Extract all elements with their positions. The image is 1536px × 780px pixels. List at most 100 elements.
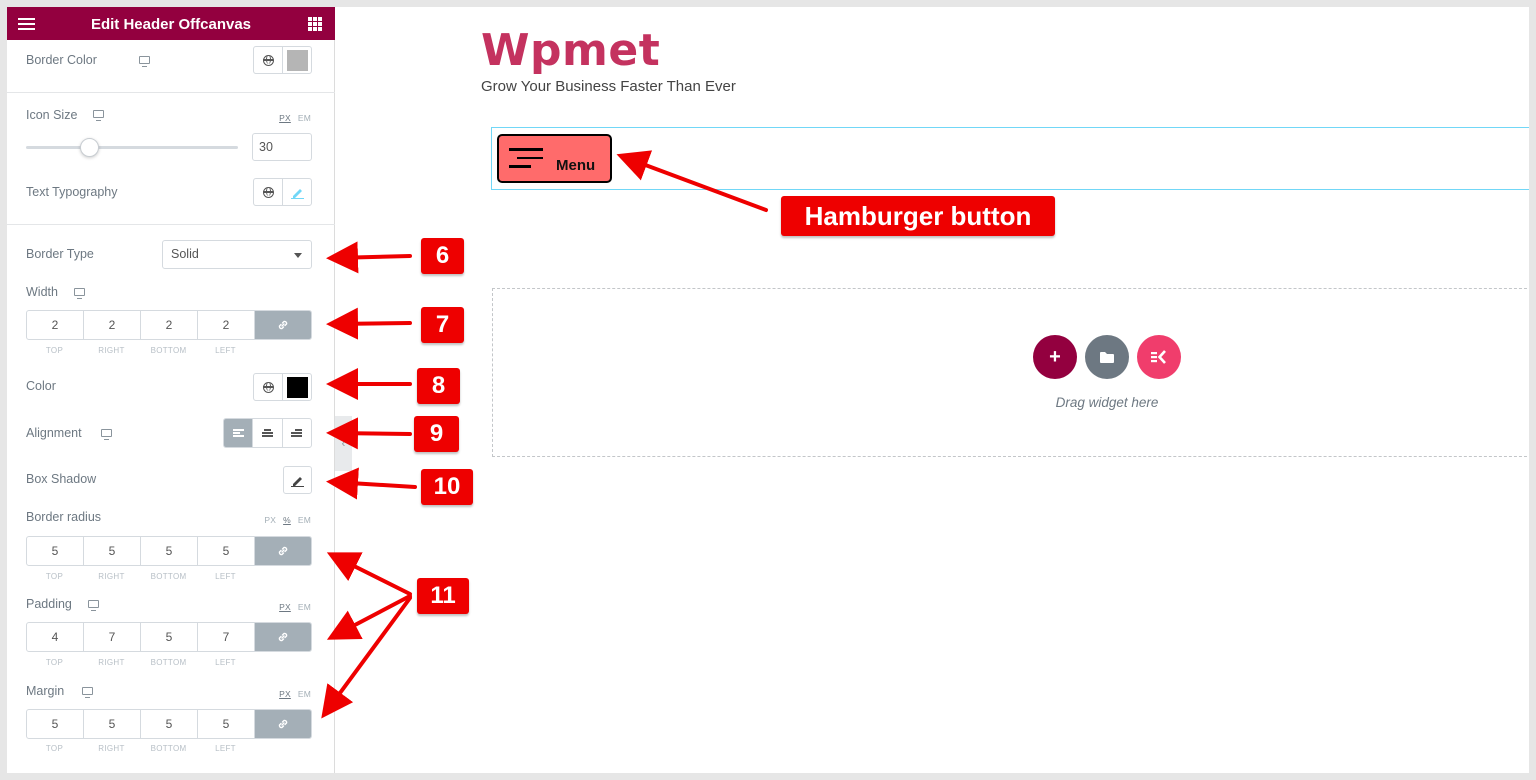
- folder-icon: [1100, 351, 1114, 363]
- edit-box-shadow-button[interactable]: [283, 466, 312, 494]
- margin-top-input[interactable]: 5: [27, 710, 84, 738]
- link-icon: [278, 546, 288, 556]
- alignment-choices: [223, 418, 312, 448]
- site-tagline: Grow Your Business Faster Than Ever: [481, 78, 736, 95]
- global-fonts-button[interactable]: [254, 179, 282, 205]
- width-right-input[interactable]: 2: [84, 311, 141, 339]
- callout-10: 10: [421, 469, 473, 505]
- margin-left-input[interactable]: 5: [198, 710, 255, 738]
- desktop-icon[interactable]: [88, 600, 99, 611]
- panel-header: Edit Header Offcanvas: [7, 7, 335, 40]
- global-colors-button[interactable]: [254, 374, 282, 400]
- side-label-left: LEFT: [215, 346, 236, 355]
- hamburger-menu-button[interactable]: Menu: [497, 134, 612, 183]
- padding-units: PX EM: [272, 602, 311, 612]
- link-icon: [278, 320, 288, 330]
- color-picker[interactable]: [282, 374, 311, 400]
- desktop-icon[interactable]: [74, 288, 85, 299]
- divider: [7, 224, 335, 225]
- side-label-bottom: BOTTOM: [150, 346, 187, 355]
- link-values-button[interactable]: [255, 623, 311, 651]
- edit-typography-button[interactable]: [282, 179, 311, 205]
- padding-left-input[interactable]: 7: [198, 623, 255, 651]
- desktop-icon[interactable]: [93, 110, 104, 121]
- callout-7: 7: [421, 307, 464, 343]
- padding-label: Padding: [26, 597, 72, 611]
- add-section-button[interactable]: +: [1033, 335, 1077, 379]
- unit-px[interactable]: PX: [264, 515, 276, 525]
- color-control[interactable]: [253, 373, 312, 401]
- border-color-picker[interactable]: [282, 47, 311, 73]
- width-label: Width: [26, 285, 58, 299]
- header-section[interactable]: [491, 127, 1529, 190]
- plus-icon: +: [1049, 345, 1061, 368]
- icon-size-slider-thumb[interactable]: [80, 138, 100, 157]
- add-template-button[interactable]: [1085, 335, 1129, 379]
- padding-right-input[interactable]: 7: [84, 623, 141, 651]
- icon-size-label: Icon Size: [26, 108, 78, 122]
- unit-px[interactable]: PX: [279, 113, 291, 123]
- align-center-icon: [261, 428, 273, 439]
- dropzone-buttons: +: [1033, 335, 1181, 379]
- margin-label: Margin: [26, 684, 65, 698]
- width-bottom-input[interactable]: 2: [141, 311, 198, 339]
- elementskit-logo-icon: [1151, 350, 1166, 364]
- side-label-right: RIGHT: [98, 744, 125, 753]
- align-center-button[interactable]: [252, 419, 281, 447]
- radius-left-input[interactable]: 5: [198, 537, 255, 565]
- align-left-button[interactable]: [224, 419, 253, 447]
- border-radius-dimensions: 5 5 5 5: [26, 536, 312, 566]
- site-title[interactable]: Wpmet: [481, 25, 660, 76]
- elementskit-library-button[interactable]: [1137, 335, 1181, 379]
- globe-icon: [262, 54, 274, 66]
- margin-dimensions: 5 5 5 5: [26, 709, 312, 739]
- width-top-input[interactable]: 2: [27, 311, 84, 339]
- margin-bottom-input[interactable]: 5: [141, 710, 198, 738]
- widgets-grid-icon[interactable]: [308, 17, 322, 31]
- editor-panel: Edit Header Offcanvas Border Color Icon …: [7, 7, 335, 773]
- side-label-top: TOP: [45, 572, 64, 581]
- empty-section-dropzone[interactable]: [492, 288, 1529, 457]
- border-color-label: Border Color: [26, 53, 97, 67]
- pencil-icon: [291, 476, 304, 487]
- width-left-input[interactable]: 2: [198, 311, 255, 339]
- link-values-button[interactable]: [255, 710, 311, 738]
- radius-bottom-input[interactable]: 5: [141, 537, 198, 565]
- padding-bottom-input[interactable]: 5: [141, 623, 198, 651]
- icon-size-slider-track[interactable]: [26, 146, 238, 149]
- border-color-control[interactable]: [253, 46, 312, 74]
- side-label-left: LEFT: [215, 658, 236, 667]
- text-typography-label: Text Typography: [26, 185, 118, 199]
- border-radius-units: PX% EM: [257, 515, 311, 525]
- desktop-icon[interactable]: [139, 56, 150, 67]
- drag-widget-hint: Drag widget here: [1055, 395, 1159, 410]
- align-right-button[interactable]: [281, 419, 311, 447]
- typography-control[interactable]: [253, 178, 312, 206]
- align-left-icon: [232, 428, 244, 439]
- link-values-button[interactable]: [255, 537, 311, 565]
- side-label-left: LEFT: [215, 572, 236, 581]
- padding-dimensions: 4 7 5 7: [26, 622, 312, 652]
- desktop-icon[interactable]: [82, 687, 93, 698]
- alignment-label: Alignment: [26, 426, 82, 440]
- padding-top-input[interactable]: 4: [27, 623, 84, 651]
- link-values-button[interactable]: [255, 311, 311, 339]
- unit-em[interactable]: EM: [298, 689, 311, 699]
- margin-right-input[interactable]: 5: [84, 710, 141, 738]
- unit-em[interactable]: EM: [298, 515, 311, 525]
- global-colors-button[interactable]: [254, 47, 282, 73]
- desktop-icon[interactable]: [101, 429, 112, 440]
- collapse-panel-chevron-icon[interactable]: ‹: [335, 416, 352, 471]
- radius-right-input[interactable]: 5: [84, 537, 141, 565]
- margin-units: PX EM: [272, 689, 311, 699]
- icon-size-input[interactable]: 30: [252, 133, 312, 161]
- border-type-select[interactable]: Solid: [162, 240, 312, 269]
- border-radius-label: Border radius: [26, 510, 102, 524]
- side-label-top: TOP: [45, 346, 64, 355]
- unit-em[interactable]: EM: [298, 602, 311, 612]
- unit-px[interactable]: PX: [279, 689, 291, 699]
- unit-em[interactable]: EM: [298, 113, 311, 123]
- unit-percent[interactable]: %: [283, 515, 291, 525]
- radius-top-input[interactable]: 5: [27, 537, 84, 565]
- unit-px[interactable]: PX: [279, 602, 291, 612]
